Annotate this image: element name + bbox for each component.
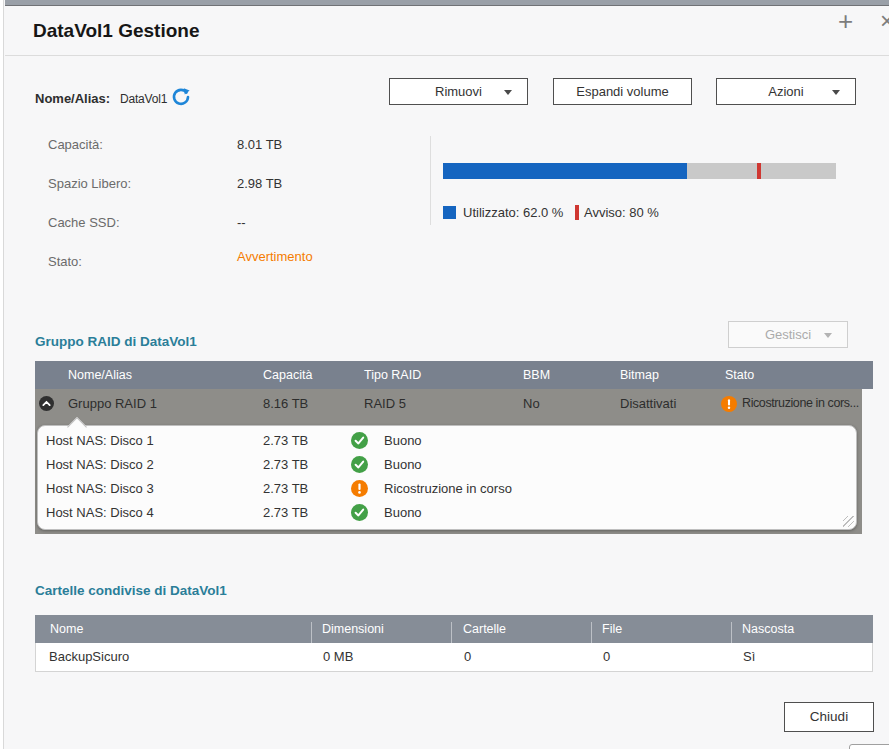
- espandi-volume-button[interactable]: Espandi volume: [553, 78, 692, 105]
- capacity-value: 8.01 TB: [237, 137, 282, 152]
- col-dimensioni[interactable]: Dimensioni: [322, 622, 384, 636]
- rename-refresh-icon[interactable]: [171, 87, 191, 111]
- folders-section-title: Cartelle condivise di DataVol1: [35, 583, 227, 598]
- chiudi-button[interactable]: Chiudi: [784, 702, 874, 732]
- usage-progress-fill: [443, 163, 687, 179]
- window-maximize-icon[interactable]: +: [838, 6, 853, 37]
- folder-size: 0 MB: [323, 649, 353, 664]
- window-close-icon[interactable]: ×: [880, 7, 889, 35]
- gestisci-button[interactable]: Gestisci: [728, 321, 848, 348]
- folder-name: BackupSicuro: [49, 649, 129, 664]
- disk-row[interactable]: Host NAS: Disco 4 2.73 TB Buono: [38, 501, 856, 525]
- header-divider: [5, 55, 889, 56]
- free-space-value: 2.98 TB: [237, 176, 282, 191]
- legend-warning-label: Avviso: 80 %: [584, 205, 659, 220]
- folder-folders: 0: [464, 649, 471, 664]
- rimuovi-button-label: Rimuovi: [435, 84, 482, 99]
- col-stato[interactable]: Stato: [725, 368, 754, 382]
- usage-warning-marker: [757, 163, 761, 179]
- folder-row[interactable]: BackupSicuro 0 MB 0 0 Sì: [35, 643, 873, 672]
- group-bitmap: Disattivati: [620, 396, 676, 411]
- group-status: Ricostruzione in cors...: [742, 396, 859, 410]
- folder-hidden: Sì: [743, 649, 755, 664]
- volume-name-label: Nome/Alias:: [35, 91, 110, 106]
- disk-capacity: 2.73 TB: [263, 501, 308, 525]
- col-capacita[interactable]: Capacità: [263, 368, 312, 382]
- legend-used-swatch: [443, 206, 456, 219]
- raid-group-row[interactable]: Gruppo RAID 1 8.16 TB RAID 5 No Disattiv…: [35, 389, 862, 417]
- ssd-cache-value: --: [237, 215, 246, 230]
- capacity-label: Capacità:: [48, 137, 103, 152]
- status-good-icon: [351, 504, 368, 529]
- collapse-chevron-icon[interactable]: [39, 396, 54, 414]
- raid-table-header: Nome/Alias Capacità Tipo RAID BBM Bitmap…: [35, 361, 873, 389]
- warning-icon: [721, 396, 737, 415]
- vertical-divider: [430, 136, 431, 225]
- group-capacity: 8.16 TB: [263, 396, 308, 411]
- col-file[interactable]: File: [602, 622, 622, 636]
- group-bbm: No: [523, 396, 540, 411]
- disk-name: Host NAS: Disco 4: [46, 501, 154, 525]
- folders-table-header: Nome Dimensioni Cartelle File Nascosta: [35, 615, 873, 643]
- col-bbm[interactable]: BBM: [523, 368, 550, 382]
- chiudi-button-label: Chiudi: [810, 709, 848, 724]
- disk-status: Buono: [384, 453, 422, 477]
- page-title: DataVol1 Gestione: [33, 20, 199, 42]
- raid-section-title: Gruppo RAID di DataVol1: [35, 334, 197, 349]
- col-nome[interactable]: Nome: [50, 622, 83, 636]
- chevron-down-icon: [832, 90, 840, 95]
- legend-warning-swatch: [575, 205, 579, 220]
- ssd-cache-label: Cache SSD:: [48, 215, 120, 230]
- group-raid-type: RAID 5: [364, 396, 406, 411]
- col-bitmap[interactable]: Bitmap: [620, 368, 659, 382]
- disk-name: Host NAS: Disco 1: [46, 429, 154, 453]
- disk-capacity: 2.73 TB: [263, 477, 308, 501]
- chevron-down-icon: [824, 333, 832, 338]
- disk-list-panel: Host NAS: Disco 1 2.73 TB Buono Host NAS…: [37, 425, 857, 530]
- dialog-left-edge: [0, 0, 4, 749]
- disk-name: Host NAS: Disco 2: [46, 453, 154, 477]
- col-nascosta[interactable]: Nascosta: [742, 622, 794, 636]
- rimuovi-button[interactable]: Rimuovi: [389, 78, 528, 105]
- disk-row[interactable]: Host NAS: Disco 3 2.73 TB Ricostruzione …: [38, 477, 856, 501]
- volume-name-value: DataVol1: [120, 92, 167, 106]
- col-cartelle[interactable]: Cartelle: [463, 622, 506, 636]
- disk-capacity: 2.73 TB: [263, 429, 308, 453]
- status-value: Avvertimento: [237, 249, 313, 264]
- partial-tooltip-box: [849, 744, 889, 749]
- disk-row[interactable]: Host NAS: Disco 2 2.73 TB Buono: [38, 453, 856, 477]
- disk-status: Buono: [384, 501, 422, 525]
- gestisci-button-label: Gestisci: [765, 327, 811, 342]
- disk-status: Buono: [384, 429, 422, 453]
- col-nome-alias[interactable]: Nome/Alias: [68, 368, 132, 382]
- col-tipo-raid[interactable]: Tipo RAID: [364, 368, 421, 382]
- folder-files: 0: [603, 649, 610, 664]
- chevron-down-icon: [504, 90, 512, 95]
- espandi-button-label: Espandi volume: [576, 84, 669, 99]
- legend-used-label: Utilizzato: 62.0 %: [463, 205, 563, 220]
- free-space-label: Spazio Libero:: [48, 176, 131, 191]
- disk-capacity: 2.73 TB: [263, 453, 308, 477]
- group-name: Gruppo RAID 1: [68, 396, 157, 411]
- disk-row[interactable]: Host NAS: Disco 1 2.73 TB Buono: [38, 429, 856, 453]
- usage-progress-bar: [443, 163, 836, 179]
- azioni-button-label: Azioni: [768, 84, 803, 99]
- disk-status: Ricostruzione in corso: [384, 477, 512, 501]
- window-top-bar: [5, 0, 889, 6]
- azioni-button[interactable]: Azioni: [716, 78, 856, 105]
- status-label: Stato:: [48, 254, 82, 269]
- resize-grip[interactable]: [843, 516, 854, 527]
- disk-name: Host NAS: Disco 3: [46, 477, 154, 501]
